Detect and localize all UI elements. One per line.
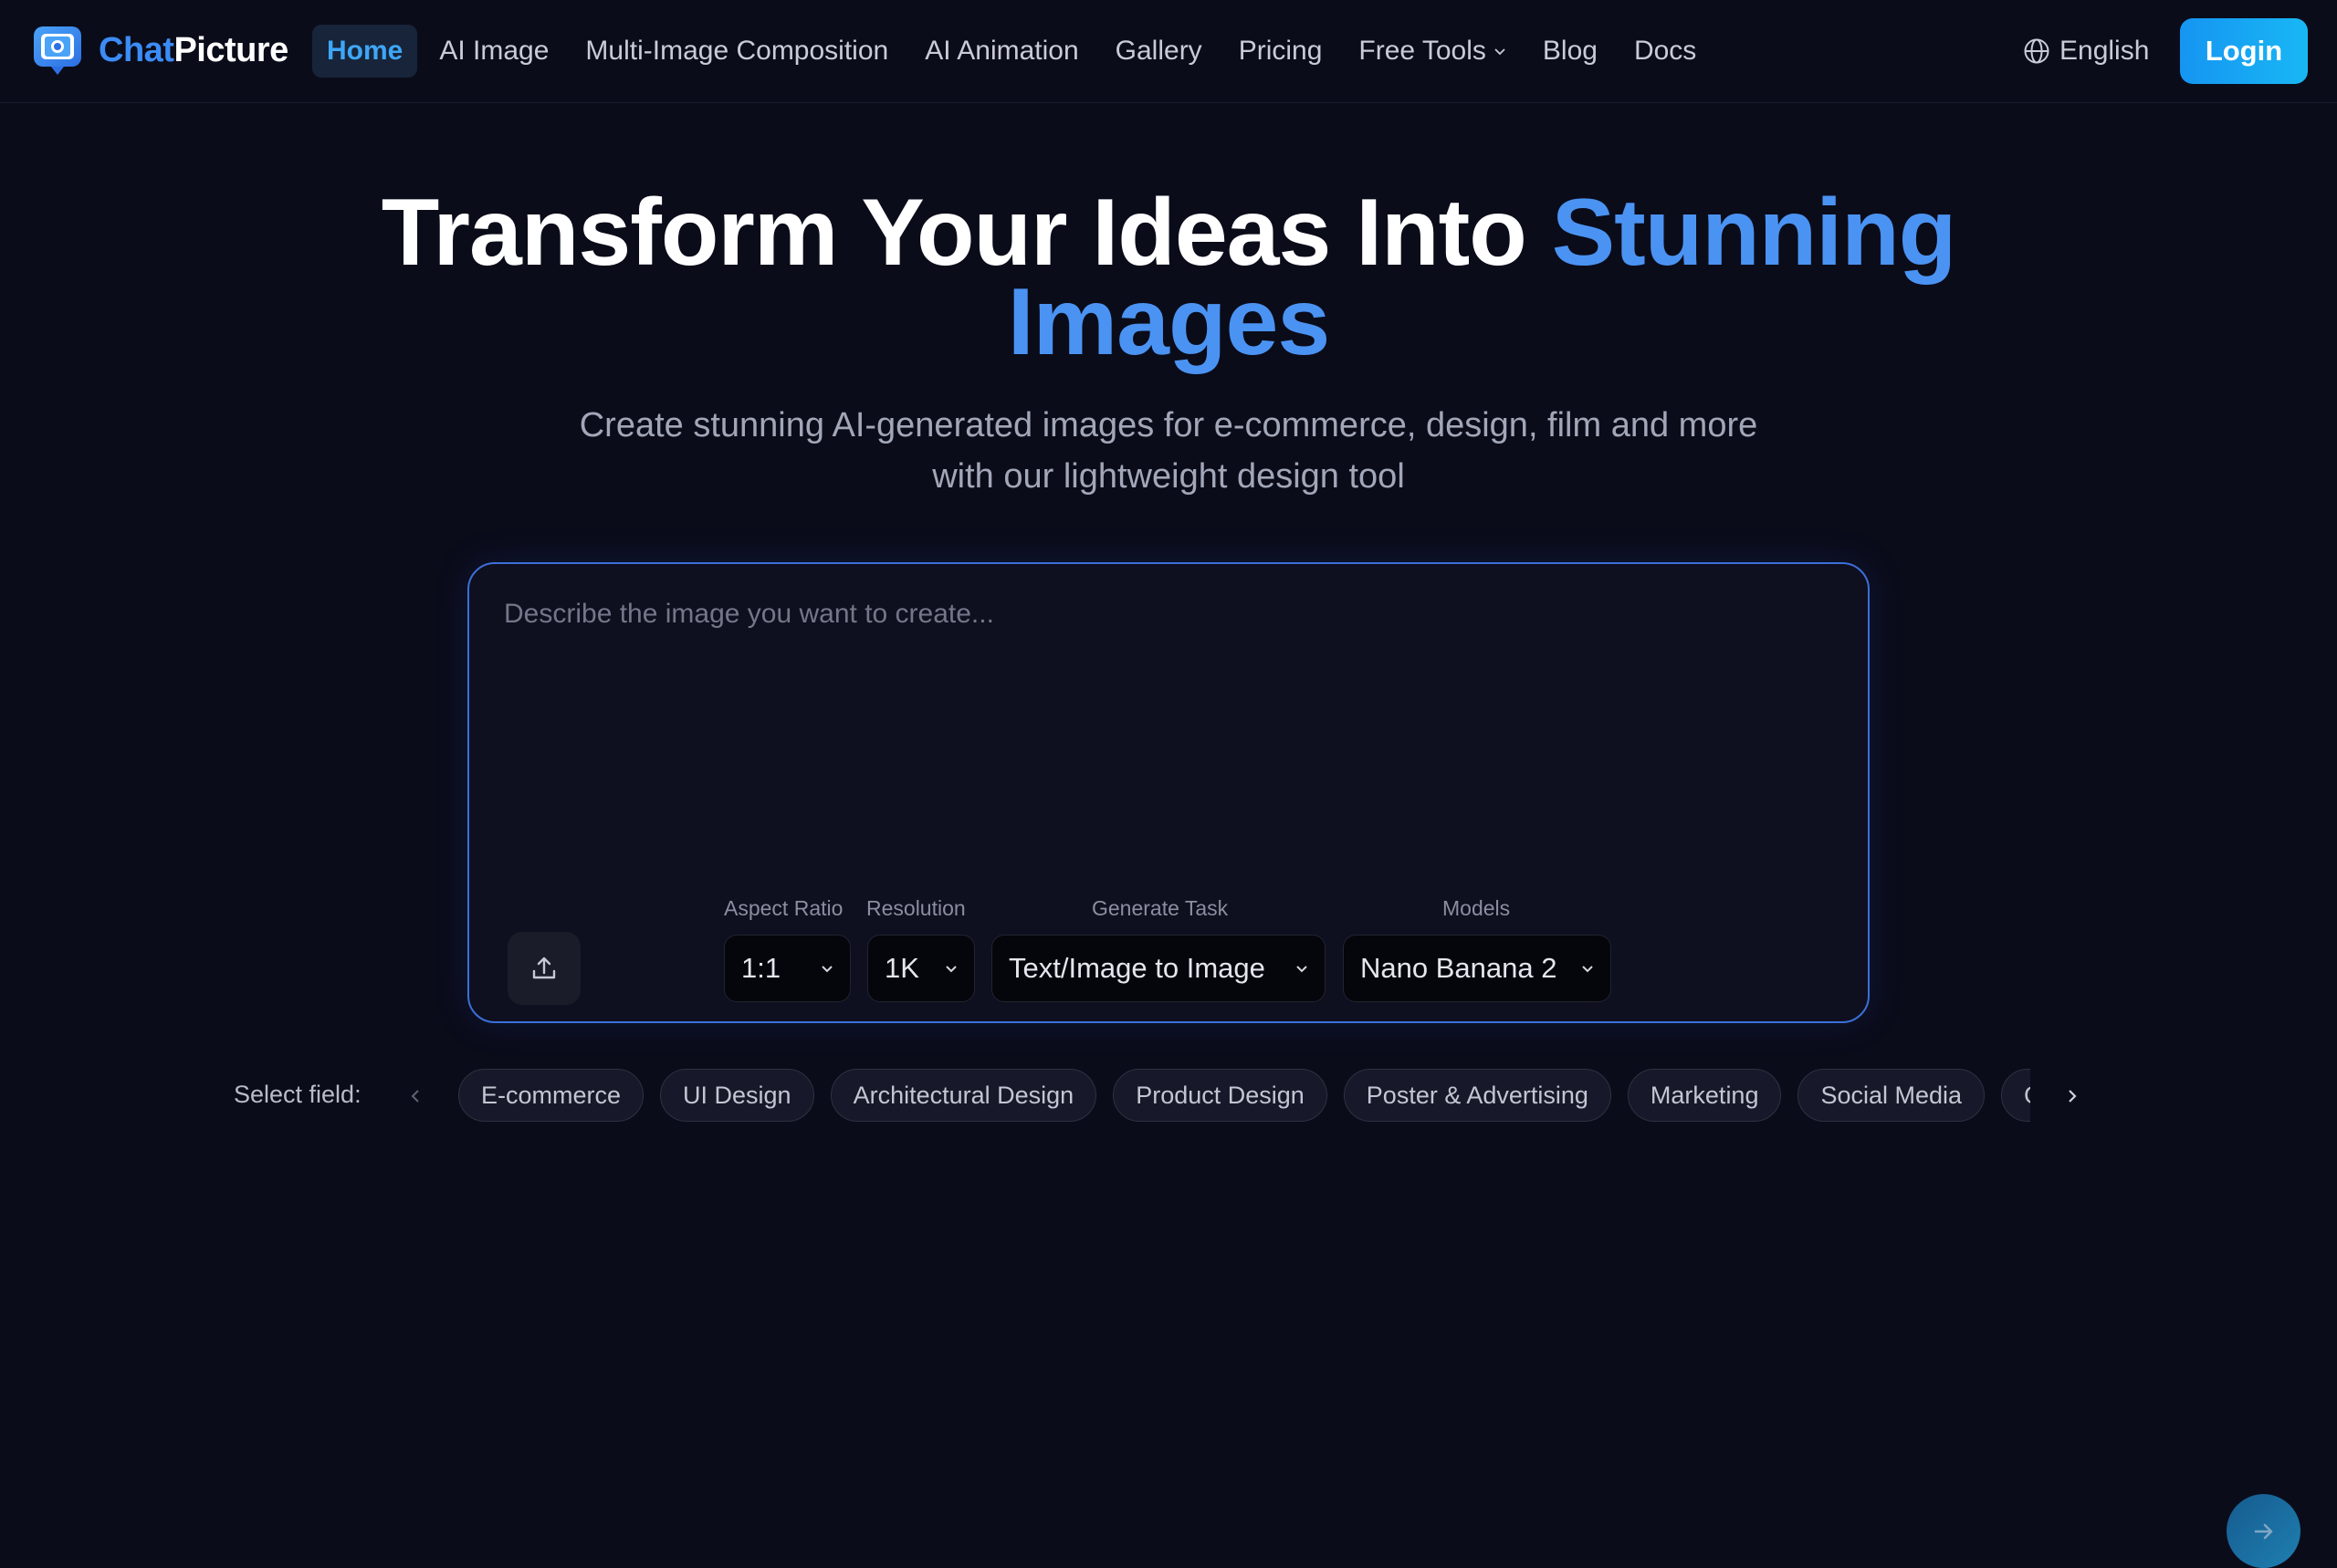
hero-title-main: Transform Your Ideas Into [381,180,1552,286]
resolution-label: Resolution [866,896,966,920]
globe-icon [2024,38,2049,64]
nav-item-free-tools[interactable]: Free Tools [1344,25,1521,78]
field-chip-game[interactable]: Game [2001,1069,2030,1122]
chips-scroll-left-button[interactable] [402,1082,429,1110]
brand-name-part2: Picture [173,30,288,69]
chevron-down-icon [1582,966,1593,973]
chevron-down-icon [946,966,957,973]
aspect-ratio-select[interactable]: 1:1 [724,935,851,1002]
chevron-left-icon [411,1090,419,1103]
arrow-right-icon [2254,1523,2272,1539]
field-chip-poster-advertising[interactable]: Poster & Advertising [1343,1069,1611,1122]
field-chips-scroller: E-commerce UI Design Architectural Desig… [458,1069,2030,1122]
chevron-right-icon [2069,1090,2077,1103]
resolution-select[interactable]: 1K [867,935,975,1002]
chips-scroll-right-button[interactable] [2059,1082,2086,1110]
field-chip-architectural-design[interactable]: Architectural Design [830,1069,1097,1122]
hero-title-accent-2: Images [1007,269,1330,375]
field-chip-social-media[interactable]: Social Media [1797,1069,1986,1122]
field-chip-ecommerce[interactable]: E-commerce [458,1069,645,1122]
models-label: Models [1442,896,1511,920]
resolution-value: 1K [885,952,919,984]
language-selector[interactable]: English [2023,27,2149,75]
hero-subtitle-line1: Create stunning AI-generated images for … [579,406,1758,444]
upload-image-button[interactable] [508,932,581,1005]
main-nav: Home AI Image Multi-Image Composition AI… [312,25,1718,78]
hero-subtitle-line2: with our lightweight design tool [932,457,1405,496]
aspect-ratio-value: 1:1 [741,952,781,984]
hero-title: Transform Your Ideas Into Stunning Image… [0,185,2337,370]
models-select[interactable]: Nano Banana 2 [1343,935,1611,1002]
brand-name: ChatPicture [99,31,288,70]
field-chip-marketing[interactable]: Marketing [1627,1069,1782,1122]
login-button[interactable]: Login [2180,18,2308,84]
nav-item-home[interactable]: Home [312,25,418,78]
nav-item-pricing[interactable]: Pricing [1224,25,1337,78]
prompt-input[interactable] [504,599,1837,873]
select-field-label: Select field: [234,1081,362,1108]
nav-item-multi-image-composition[interactable]: Multi-Image Composition [571,25,903,78]
chevron-down-icon [1296,966,1307,973]
nav-item-docs[interactable]: Docs [1619,25,1711,78]
nav-item-gallery[interactable]: Gallery [1101,25,1217,78]
hero-subtitle: Create stunning AI-generated images for … [529,400,1808,502]
models-value: Nano Banana 2 [1360,952,1557,984]
field-chip-ui-design[interactable]: UI Design [660,1069,814,1122]
field-chips: E-commerce UI Design Architectural Desig… [458,1069,2030,1122]
generate-task-label: Generate Task [1092,896,1229,920]
chevron-down-icon [822,966,833,973]
language-label: English [2059,36,2150,66]
logo-icon [33,26,82,75]
generate-task-value: Text/Image to Image [1009,952,1265,984]
nav-item-blog[interactable]: Blog [1528,25,1612,78]
aspect-ratio-label: Aspect Ratio [724,896,844,920]
top-navigation-bar: ChatPicture Home AI Image Multi-Image Co… [0,0,2337,103]
nav-item-free-tools-label: Free Tools [1358,36,1486,66]
nav-item-ai-image[interactable]: AI Image [424,25,563,78]
generate-submit-button[interactable] [2227,1494,2300,1568]
brand-name-part1: Chat [99,30,174,69]
generate-task-select[interactable]: Text/Image to Image [991,935,1326,1002]
field-chip-product-design[interactable]: Product Design [1113,1069,1327,1122]
nav-item-ai-animation[interactable]: AI Animation [910,25,1093,78]
chevron-down-icon [1494,48,1505,56]
hero-title-accent-1: Stunning [1551,180,1957,286]
upload-icon [532,956,556,979]
brand-logo[interactable]: ChatPicture [33,24,288,77]
